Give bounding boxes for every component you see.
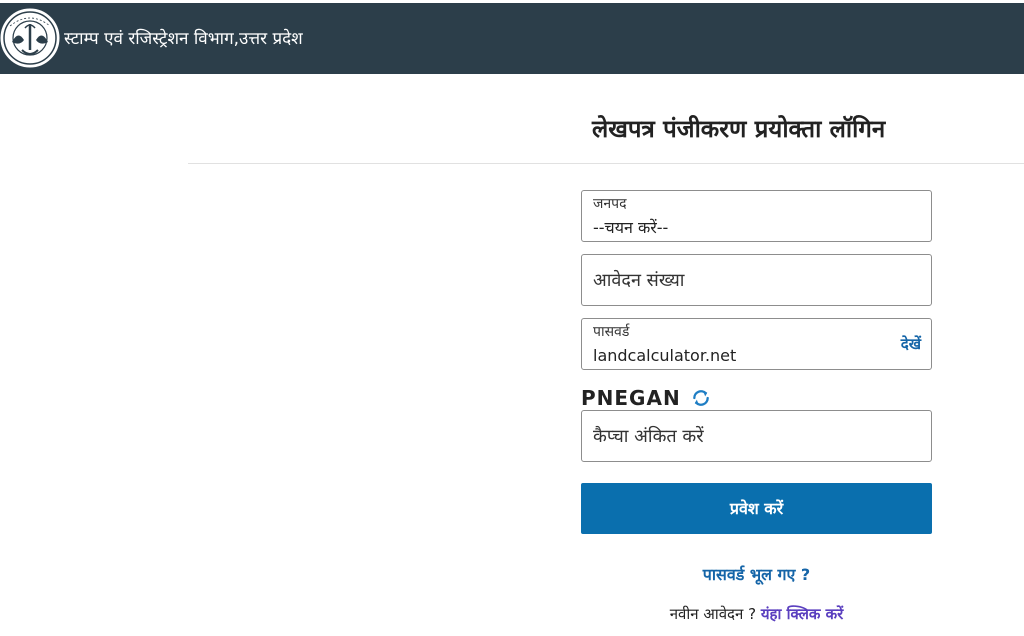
captcha-input[interactable]: कैप्चा अंकित करें: [581, 410, 932, 462]
district-selected-value: --चयन करें--: [593, 218, 669, 237]
up-government-emblem-icon[interactable]: [0, 6, 62, 70]
login-button[interactable]: प्रवेश करें: [581, 483, 932, 534]
password-value: landcalculator.net: [593, 346, 737, 365]
application-number-input[interactable]: आवेदन संख्या: [581, 254, 932, 306]
district-label: जनपद: [593, 196, 627, 212]
header-title: स्टाम्प एवं रजिस्ट्रेशन विभाग,उत्तर प्रद…: [64, 29, 303, 49]
refresh-icon[interactable]: [691, 388, 711, 408]
new-application-prefix: नवीन आवेदन ?: [669, 605, 757, 623]
district-select[interactable]: जनपद --चयन करें--: [581, 190, 932, 242]
new-application-row: नवीन आवेदन ? यंहा क्लिक करें: [581, 603, 932, 625]
top-header: स्टाम्प एवं रजिस्ट्रेशन विभाग,उत्तर प्रद…: [0, 3, 1024, 74]
new-application-link[interactable]: यंहा क्लिक करें: [761, 605, 843, 623]
divider: [188, 163, 1024, 164]
show-password-button[interactable]: देखें: [901, 333, 921, 355]
page-title: लेखपत्र पंजीकरण प्रयोक्ता लॉगिन: [592, 115, 886, 143]
captcha-row: PNEGAN: [581, 386, 711, 410]
password-input[interactable]: पासवर्ड landcalculator.net देखें: [581, 318, 932, 370]
captcha-placeholder: कैप्चा अंकित करें: [593, 426, 704, 447]
captcha-code: PNEGAN: [581, 386, 681, 410]
forgot-password-link[interactable]: पासवर्ड भूल गए ?: [581, 564, 932, 586]
application-number-placeholder: आवेदन संख्या: [593, 270, 685, 291]
password-label: पासवर्ड: [593, 324, 630, 340]
